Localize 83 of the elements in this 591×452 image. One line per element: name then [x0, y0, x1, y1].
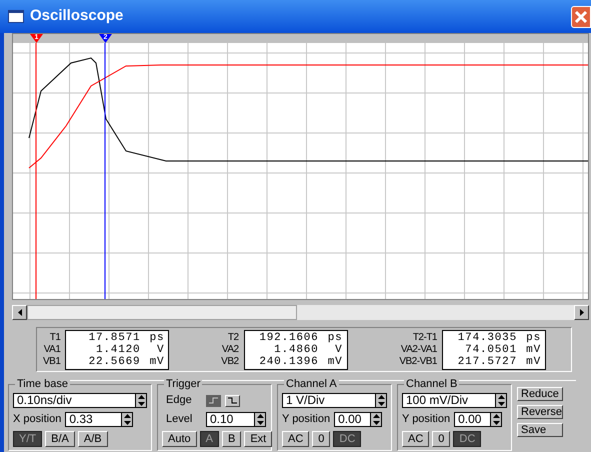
readout-value: 17.8571: [88, 332, 140, 344]
spin-down-icon: [376, 400, 386, 407]
readout-label: VB2: [221, 356, 239, 368]
window-title: Oscilloscope: [30, 6, 124, 26]
readout-label: T1: [50, 332, 60, 344]
window-icon: [8, 10, 24, 23]
spin-field[interactable]: 0.10ns/div: [13, 393, 147, 408]
scroll-left-button[interactable]: [12, 305, 27, 320]
falling-edge-icon: [228, 397, 237, 404]
spin-up-icon: [492, 413, 501, 419]
scrollbar[interactable]: [12, 305, 589, 320]
readout-unit: ps: [148, 332, 164, 344]
action-button[interactable]: Reverse: [517, 405, 563, 419]
toggle-button[interactable]: Auto: [162, 430, 197, 446]
toggle-button[interactable]: 0: [312, 430, 330, 446]
readout-unit: mV: [525, 356, 541, 368]
toggle-button[interactable]: Y/T: [13, 430, 42, 446]
action-button[interactable]: Save: [517, 423, 563, 437]
field-label: X position: [13, 412, 62, 427]
spin-up-icon: [496, 394, 506, 400]
readout-value: 74.0501: [464, 344, 517, 356]
right-arrow-icon: [580, 309, 584, 316]
field-label: Y position: [402, 412, 450, 427]
action-button[interactable]: Reduce: [517, 387, 563, 401]
close-icon: [574, 10, 588, 24]
readout-value: 22.5669: [88, 356, 140, 368]
spin-up-icon: [256, 413, 264, 419]
spin-down-icon: [372, 420, 381, 426]
spin-up-icon: [376, 394, 386, 400]
toggle-button[interactable]: A/B: [78, 430, 108, 446]
spin-field[interactable]: 0.33: [65, 412, 134, 427]
readout-label: VB1: [43, 356, 60, 368]
spin-up-icon: [122, 413, 132, 419]
field-label: Level: [165, 412, 194, 427]
toggle-button[interactable]: A: [200, 430, 219, 446]
toggle-button[interactable]: AC: [402, 430, 430, 446]
spin-down-icon: [256, 420, 264, 426]
spin-down-icon: [496, 400, 506, 407]
scroll-right-button[interactable]: [574, 305, 589, 320]
readout-unit: mV: [148, 356, 164, 368]
toggle-button[interactable]: B/A: [45, 430, 75, 446]
spin-field[interactable]: 0.00: [454, 412, 502, 427]
edge-button[interactable]: [225, 394, 240, 406]
readout-unit: ps: [525, 332, 541, 344]
rising-edge-icon: [209, 397, 218, 404]
group-title: Trigger: [164, 377, 202, 391]
readout-value: 174.3035: [456, 332, 517, 344]
readout-value: 240.1396: [258, 356, 319, 368]
readout-unit: mV: [326, 356, 343, 368]
scroll-thumb[interactable]: [27, 305, 297, 320]
spin-up-icon: [372, 413, 381, 419]
readout-unit: V: [156, 344, 164, 356]
readout-value: 192.1606: [258, 332, 319, 344]
readout-label: VA2-VA1: [400, 344, 437, 356]
toggle-button[interactable]: B: [222, 430, 242, 446]
spin-up-icon: [136, 394, 146, 400]
readout-value: 1.4120: [94, 344, 140, 356]
readout-unit: mV: [525, 344, 541, 356]
field-label: Y position: [282, 412, 330, 427]
close-button[interactable]: [571, 6, 591, 28]
toggle-button[interactable]: DC: [333, 430, 362, 446]
readout-label: VA2: [222, 344, 239, 356]
spin-field[interactable]: 0.00: [334, 412, 382, 427]
spin-down-icon: [122, 420, 132, 426]
toggle-button[interactable]: DC: [453, 430, 482, 446]
readout-unit: V: [334, 344, 343, 356]
readout-label: VA1: [44, 344, 60, 356]
readout-label: T2: [228, 332, 239, 344]
spin-down-icon: [136, 400, 146, 407]
spin-field[interactable]: 0.10: [206, 412, 266, 427]
readout-value: 217.5727: [456, 356, 517, 368]
toggle-button[interactable]: Ext: [244, 430, 272, 446]
readout-label: T2-T1: [412, 332, 437, 344]
left-arrow-icon: [18, 309, 22, 316]
toggle-button[interactable]: AC: [282, 430, 310, 446]
readout-value: 1.4860: [273, 344, 319, 356]
spin-field[interactable]: 100 mV/Div: [402, 393, 507, 408]
spin-down-icon: [492, 420, 501, 426]
readout-label: VB2-VB1: [399, 356, 437, 368]
readout-unit: ps: [326, 332, 343, 344]
toggle-button[interactable]: 0: [432, 430, 450, 446]
field-label: Edge: [165, 393, 193, 408]
spin-field[interactable]: 1 V/Div: [282, 393, 387, 408]
